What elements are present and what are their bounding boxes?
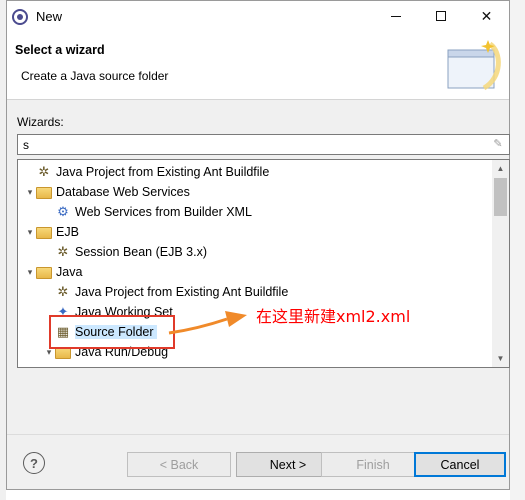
footer-separator — [7, 434, 509, 435]
folder-icon — [36, 227, 52, 239]
tree-vertical-scrollbar[interactable]: ▲ ▼ — [492, 160, 509, 367]
tree-item-label: Database Web Services — [56, 185, 190, 199]
clear-filter-icon[interactable]: ✎ — [491, 138, 505, 151]
page-title: Select a wizard — [15, 43, 105, 57]
tree-item-label: Session Bean (EJB 3.x) — [75, 245, 208, 259]
help-button[interactable]: ? — [23, 452, 45, 474]
scroll-down-icon[interactable]: ▼ — [492, 350, 509, 367]
tree-item[interactable]: ⚙ Web Services from Builder XML — [43, 202, 252, 222]
bean-wizard-icon: ✲ — [57, 244, 69, 259]
annotation-arrow — [168, 311, 247, 335]
minimize-button[interactable] — [373, 1, 418, 31]
tree-item-label: EJB — [56, 225, 79, 239]
close-button[interactable]: ✕ — [464, 1, 509, 31]
wizard-filter-input[interactable]: s ✎ — [17, 134, 510, 155]
webservice-icon: ⚙ — [57, 204, 69, 219]
folder-icon — [36, 267, 52, 279]
expand-toggle-icon[interactable]: ▾ — [24, 222, 36, 242]
background-window-right — [510, 0, 525, 500]
maximize-button[interactable] — [418, 1, 463, 31]
ant-wizard-icon: ✲ — [57, 284, 69, 299]
highlight-box — [49, 315, 175, 349]
finish-button[interactable]: Finish — [321, 452, 425, 477]
wizards-label: Wizards: — [17, 115, 64, 129]
tree-item[interactable]: ▾ EJB — [24, 222, 79, 242]
title-bar[interactable]: New ✕ — [7, 1, 509, 32]
wizard-header: Select a wizard Create a Java source fol… — [7, 32, 509, 100]
page-description: Create a Java source folder — [21, 69, 169, 83]
annotation-text: 在这里新建xml2.xml — [256, 307, 411, 326]
close-icon: ✕ — [480, 7, 493, 24]
tree-item[interactable]: ▾ Java — [24, 262, 82, 282]
tree-item-label: Java Project from Existing Ant Buildfile — [56, 165, 270, 179]
cancel-button[interactable]: Cancel — [414, 452, 506, 477]
window-title: New — [36, 9, 63, 24]
filter-value: s — [23, 138, 29, 152]
tree-item[interactable]: ▾ Database Web Services — [24, 182, 190, 202]
back-button[interactable]: < Back — [127, 452, 231, 477]
scroll-thumb[interactable] — [494, 178, 507, 216]
scroll-up-icon[interactable]: ▲ — [492, 160, 509, 177]
expand-toggle-icon[interactable]: ▾ — [24, 182, 36, 202]
tree-item-label: Web Services from Builder XML — [75, 205, 252, 219]
maximize-icon — [435, 11, 446, 21]
tree-item-label: Java Project from Existing Ant Buildfile — [75, 285, 289, 299]
folder-icon — [36, 187, 52, 199]
new-wizard-dialog: New ✕ Select a wizard Create a Java sour… — [6, 0, 510, 490]
eclipse-icon — [12, 8, 28, 25]
tree-item[interactable]: ✲ Session Bean (EJB 3.x) — [43, 242, 207, 262]
tree-item-label: Java — [56, 265, 83, 279]
wizard-banner-icon — [447, 40, 501, 91]
ant-wizard-icon: ✲ — [38, 164, 50, 179]
tree-item[interactable]: ✲ Java Project from Existing Ant Buildfil… — [43, 282, 289, 302]
tree-item[interactable]: ✲ Java Project from Existing Ant Buildfil… — [24, 162, 270, 182]
expand-toggle-icon[interactable]: ▾ — [24, 262, 36, 282]
minimize-icon — [390, 15, 401, 17]
